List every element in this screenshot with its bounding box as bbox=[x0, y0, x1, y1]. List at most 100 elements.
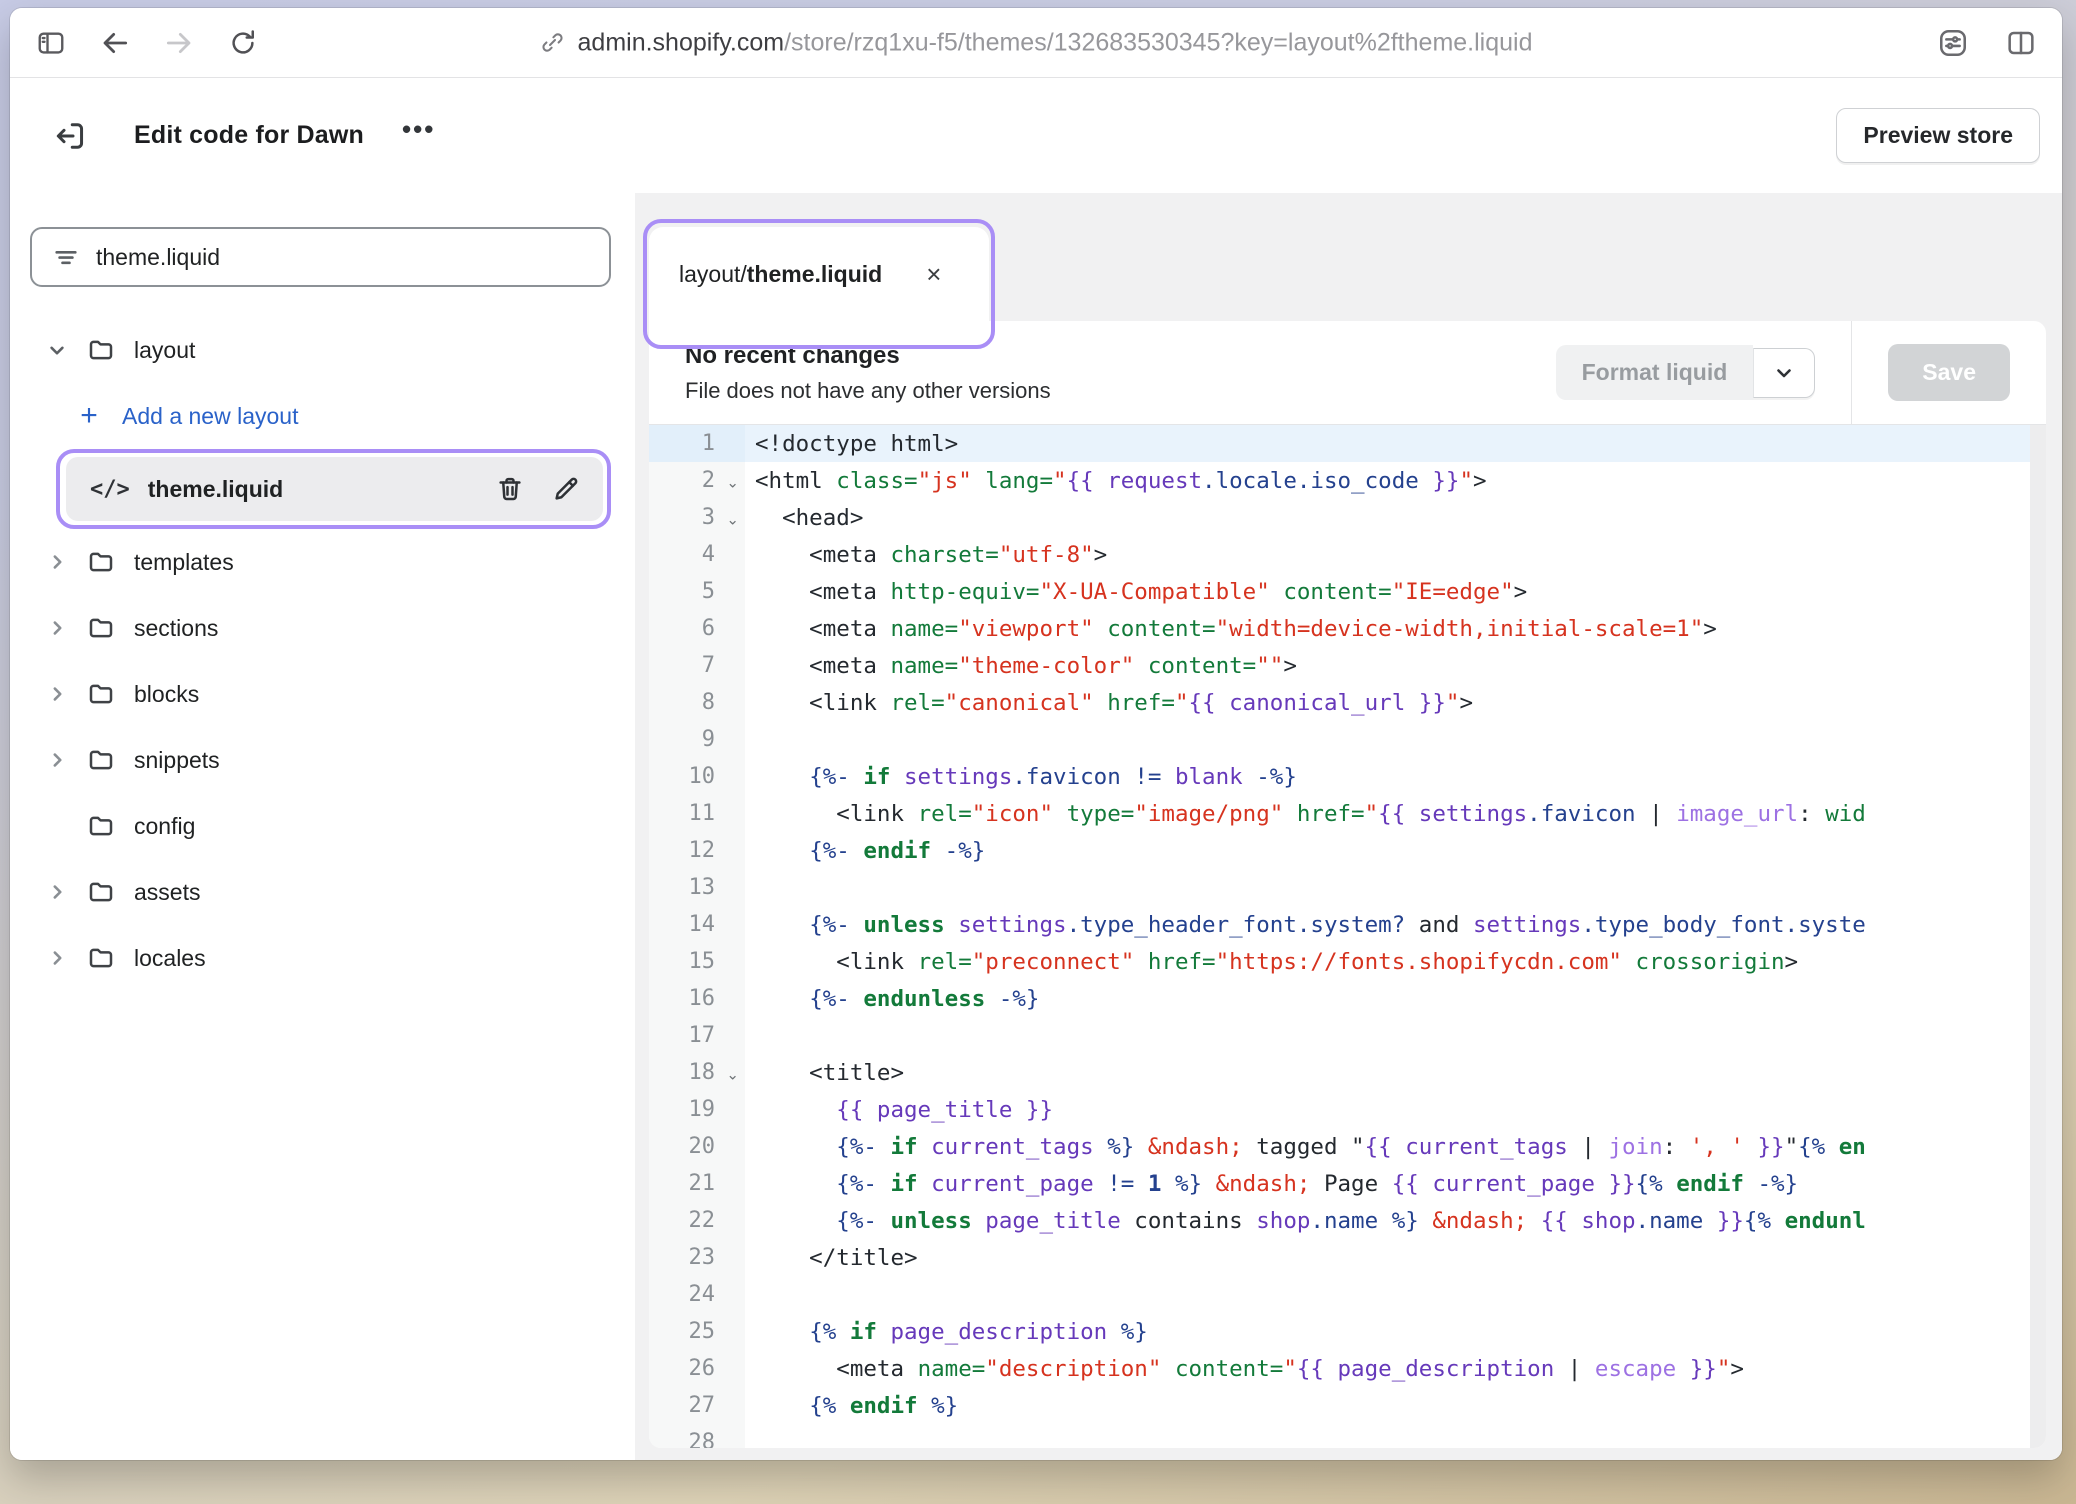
tree-folder-blocks[interactable]: blocks bbox=[30, 661, 611, 727]
folder-icon bbox=[84, 811, 118, 841]
code-line-4[interactable]: 4 <meta charset="utf-8"> bbox=[649, 536, 2030, 573]
code-text: <link rel="preconnect" href="https://fon… bbox=[745, 949, 1798, 975]
code-line-22[interactable]: 22 {%- unless page_title contains shop.n… bbox=[649, 1202, 2030, 1239]
chevron-right-icon[interactable] bbox=[42, 945, 72, 971]
tab-path: layout/theme.liquid bbox=[679, 261, 882, 288]
code-text: {%- if current_tags %} &ndash; tagged "{… bbox=[745, 1134, 1866, 1160]
code-line-7[interactable]: 7 <meta name="theme-color" content=""> bbox=[649, 647, 2030, 684]
page-title: Edit code for Dawn bbox=[134, 121, 364, 150]
tree-folder-sections[interactable]: sections bbox=[30, 595, 611, 661]
code-line-11[interactable]: 11 <link rel="icon" type="image/png" hre… bbox=[649, 795, 2030, 832]
code-line-27[interactable]: 27 {% endif %} bbox=[649, 1387, 2030, 1424]
format-dropdown-icon[interactable] bbox=[1753, 348, 1815, 398]
code-line-18[interactable]: 18⌄ <title> bbox=[649, 1054, 2030, 1091]
preview-store-button[interactable]: Preview store bbox=[1836, 108, 2040, 163]
code-file-icon: </> bbox=[90, 477, 130, 502]
format-liquid-button[interactable]: Format liquid bbox=[1556, 345, 1754, 400]
code-line-2[interactable]: 2⌄<html class="js" lang="{{ request.loca… bbox=[649, 462, 2030, 499]
folder-icon bbox=[84, 745, 118, 775]
code-line-19[interactable]: 19 {{ page_title }} bbox=[649, 1091, 2030, 1128]
code-line-25[interactable]: 25 {% if page_description %} bbox=[649, 1313, 2030, 1350]
code-text: {%- unless page_title contains shop.name… bbox=[745, 1208, 1866, 1234]
add-layout-action[interactable]: +Add a new layout bbox=[30, 383, 611, 449]
chevron-right-icon[interactable] bbox=[42, 879, 72, 905]
code-line-23[interactable]: 23 </title> bbox=[649, 1239, 2030, 1276]
forward-button-icon bbox=[162, 26, 196, 60]
chevron-right-icon[interactable] bbox=[42, 681, 72, 707]
exit-editor-icon[interactable] bbox=[48, 114, 92, 158]
line-number: 21 bbox=[649, 1165, 745, 1202]
app-header: Edit code for Dawn ••• Preview store bbox=[10, 78, 2062, 193]
code-line-21[interactable]: 21 {%- if current_page != 1 %} &ndash; P… bbox=[649, 1165, 2030, 1202]
split-view-icon[interactable] bbox=[2004, 26, 2038, 60]
tab-layout-theme-liquid[interactable]: layout/theme.liquid × bbox=[649, 227, 989, 321]
tab-strip: layout/theme.liquid × bbox=[635, 193, 2062, 321]
file-search-box[interactable] bbox=[30, 227, 611, 287]
code-line-10[interactable]: 10 {%- if settings.favicon != blank -%} bbox=[649, 758, 2030, 795]
page-settings-icon[interactable] bbox=[1936, 26, 1970, 60]
reload-icon[interactable] bbox=[226, 26, 260, 60]
browser-toolbar: admin.shopify.com/store/rzq1xu-f5/themes… bbox=[10, 8, 2062, 78]
code-text: <meta http-equiv="X-UA-Compatible" conte… bbox=[745, 579, 1527, 605]
delete-file-icon[interactable] bbox=[495, 474, 525, 504]
fold-toggle-icon[interactable]: ⌄ bbox=[726, 1065, 739, 1083]
code-line-9[interactable]: 9 bbox=[649, 721, 2030, 758]
tree-folder-assets[interactable]: assets bbox=[30, 859, 611, 925]
tree-folder-locales[interactable]: locales bbox=[30, 925, 611, 991]
code-line-26[interactable]: 26 <meta name="description" content="{{ … bbox=[649, 1350, 2030, 1387]
code-line-6[interactable]: 6 <meta name="viewport" content="width=d… bbox=[649, 610, 2030, 647]
line-number: 24 bbox=[649, 1276, 745, 1313]
code-text: {%- endif -%} bbox=[745, 838, 985, 864]
tree-folder-snippets[interactable]: snippets bbox=[30, 727, 611, 793]
chevron-down-icon[interactable] bbox=[42, 337, 72, 363]
code-line-3[interactable]: 3⌄ <head> bbox=[649, 499, 2030, 536]
chevron-right-icon[interactable] bbox=[42, 549, 72, 575]
version-bar: No recent changes File does not have any… bbox=[649, 321, 2046, 425]
code-line-17[interactable]: 17 bbox=[649, 1017, 2030, 1054]
chevron-right-icon[interactable] bbox=[42, 747, 72, 773]
line-number: 26 bbox=[649, 1350, 745, 1387]
code-line-13[interactable]: 13 bbox=[649, 869, 2030, 906]
fold-toggle-icon[interactable]: ⌄ bbox=[726, 510, 739, 528]
line-number: 7 bbox=[649, 647, 745, 684]
tree-file-theme-liquid[interactable]: </>theme.liquid bbox=[66, 457, 603, 521]
code-text: {%- endunless -%} bbox=[745, 986, 1039, 1012]
code-line-12[interactable]: 12 {%- endif -%} bbox=[649, 832, 2030, 869]
folder-icon bbox=[84, 547, 118, 577]
line-number: 18⌄ bbox=[649, 1054, 745, 1091]
code-line-15[interactable]: 15 <link rel="preconnect" href="https://… bbox=[649, 943, 2030, 980]
code-line-1[interactable]: 1<!doctype html> bbox=[649, 425, 2030, 462]
fold-toggle-icon[interactable]: ⌄ bbox=[726, 473, 739, 491]
save-button: Save bbox=[1888, 344, 2010, 401]
tree-folder-layout[interactable]: layout bbox=[30, 317, 611, 383]
line-number: 14 bbox=[649, 906, 745, 943]
scrollbar-track[interactable] bbox=[2030, 425, 2046, 1448]
code-line-5[interactable]: 5 <meta http-equiv="X-UA-Compatible" con… bbox=[649, 573, 2030, 610]
code-text: {%- unless settings.type_header_font.sys… bbox=[745, 912, 1866, 938]
line-number: 15 bbox=[649, 943, 745, 980]
search-input[interactable] bbox=[96, 244, 589, 271]
code-editor[interactable]: 1<!doctype html>2⌄<html class="js" lang=… bbox=[649, 425, 2046, 1448]
code-text: <meta name="viewport" content="width=dev… bbox=[745, 616, 1717, 642]
tree-folder-config[interactable]: config bbox=[30, 793, 611, 859]
line-number: 16 bbox=[649, 980, 745, 1017]
code-line-20[interactable]: 20 {%- if current_tags %} &ndash; tagged… bbox=[649, 1128, 2030, 1165]
editor-pane: layout/theme.liquid × No recent changes … bbox=[635, 193, 2062, 1460]
code-line-16[interactable]: 16 {%- endunless -%} bbox=[649, 980, 2030, 1017]
code-line-28[interactable]: 28 bbox=[649, 1424, 2030, 1448]
address-bar[interactable]: admin.shopify.com/store/rzq1xu-f5/themes… bbox=[540, 28, 1533, 57]
tab-close-icon[interactable]: × bbox=[922, 257, 945, 291]
url-path: /store/rzq1xu-f5/themes/132683530345?key… bbox=[784, 28, 1532, 56]
rename-file-icon[interactable] bbox=[551, 474, 581, 504]
more-options-button[interactable]: ••• bbox=[394, 114, 443, 157]
code-line-8[interactable]: 8 <link rel="canonical" href="{{ canonic… bbox=[649, 684, 2030, 721]
sidebar-toggle-icon[interactable] bbox=[34, 26, 68, 60]
code-text: <meta name="description" content="{{ pag… bbox=[745, 1356, 1744, 1382]
code-text: </title> bbox=[745, 1245, 918, 1271]
file-tree: layout+Add a new layout </>theme.liquid te… bbox=[30, 287, 611, 991]
tree-folder-templates[interactable]: templates bbox=[30, 529, 611, 595]
back-button-icon[interactable] bbox=[98, 26, 132, 60]
chevron-right-icon[interactable] bbox=[42, 615, 72, 641]
code-line-14[interactable]: 14 {%- unless settings.type_header_font.… bbox=[649, 906, 2030, 943]
code-line-24[interactable]: 24 bbox=[649, 1276, 2030, 1313]
